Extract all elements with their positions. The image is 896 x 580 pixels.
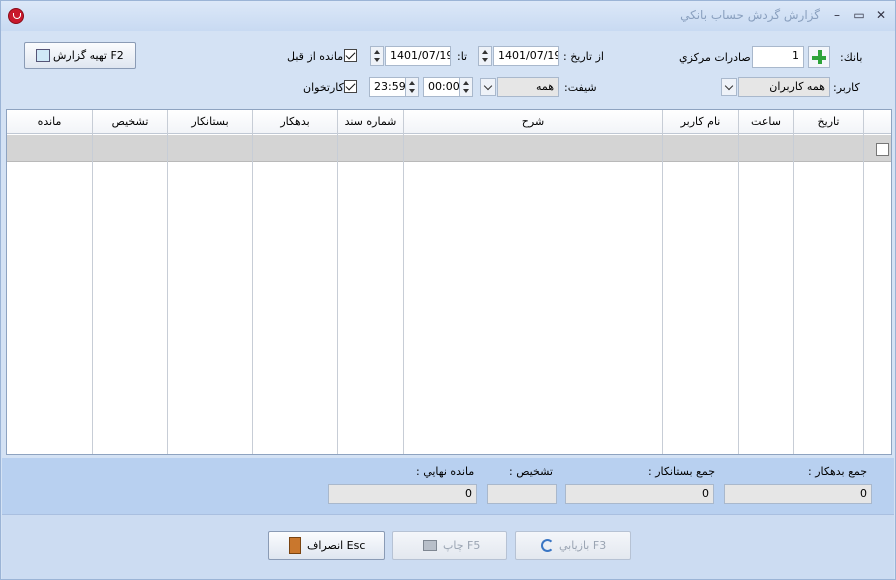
cardreader-label: كارتخوان — [303, 81, 344, 94]
totals-panel: جمع بدهكار : 0 جمع بستانكار : 0 تشخيص : … — [2, 458, 894, 514]
prev-balance-label: مانده از قبل — [287, 50, 344, 63]
time-from-field[interactable]: 00:00 — [423, 77, 461, 97]
cancel-button[interactable]: انصراف Esc — [268, 531, 385, 560]
from-date-spinner[interactable] — [478, 46, 492, 66]
col-user-name[interactable]: نام کاربر — [662, 110, 738, 134]
table-row[interactable] — [7, 135, 891, 162]
footer-bar: بازيابي F3 چاپ F5 انصراف Esc — [2, 514, 894, 579]
col-debit[interactable]: بدهكار — [252, 110, 337, 134]
from-date-label: از تاريخ : — [563, 50, 604, 63]
col-doc-number[interactable]: شماره سند — [337, 110, 403, 134]
refresh-icon — [541, 539, 554, 552]
diagnosis-label: تشخيص : — [509, 465, 553, 478]
shift-dropdown-icon[interactable] — [480, 78, 496, 96]
door-exit-icon — [289, 537, 301, 554]
user-select[interactable]: همه كاربران — [738, 77, 830, 97]
window-title: گزارش گردش حساب بانكي — [680, 8, 820, 22]
to-date-field[interactable]: 1401/07/19 — [385, 46, 451, 66]
bank-code-field[interactable]: 1 — [752, 46, 804, 68]
to-date-spinner[interactable] — [370, 46, 384, 66]
time-to-spinner[interactable] — [405, 77, 419, 97]
col-description[interactable]: شرح — [403, 110, 662, 134]
final-balance-label: مانده نهايي : — [416, 465, 475, 478]
col-balance[interactable]: مانده — [7, 110, 92, 134]
report-grid-icon — [36, 49, 50, 62]
col-credit[interactable]: بستانكار — [167, 110, 252, 134]
to-date-label: تا: — [457, 50, 468, 63]
col-date[interactable]: تاريخ — [793, 110, 863, 134]
bank-label: بانك: — [840, 51, 863, 64]
credit-total-field: 0 — [565, 484, 714, 504]
prepare-report-label: تهيه گزارش F2 — [53, 49, 124, 62]
debit-total-label: جمع بدهكار : — [808, 465, 868, 478]
title-bar: گزارش گردش حساب بانكي – ▭ ✕ — [1, 1, 895, 31]
credit-total-label: جمع بستانكار : — [648, 465, 716, 478]
cancel-label: انصراف Esc — [307, 539, 366, 552]
final-balance-field: 0 — [328, 484, 477, 504]
user-label: كاربر: — [833, 81, 860, 94]
prev-balance-checkbox[interactable] — [344, 49, 357, 62]
debit-total-field: 0 — [724, 484, 872, 504]
shift-label: شيفت: — [564, 81, 597, 94]
print-button[interactable]: چاپ F5 — [392, 531, 507, 560]
diagnosis-field — [487, 484, 557, 504]
printer-icon — [423, 540, 437, 551]
row-checkbox[interactable] — [876, 143, 889, 156]
col-selector — [863, 110, 891, 134]
cardreader-checkbox[interactable] — [344, 80, 357, 93]
shift-select[interactable]: همه — [497, 77, 559, 97]
user-dropdown-icon[interactable] — [721, 78, 737, 96]
close-icon[interactable]: ✕ — [873, 7, 889, 23]
time-from-spinner[interactable] — [459, 77, 473, 97]
print-label: چاپ F5 — [443, 539, 481, 552]
col-time[interactable]: ساعت — [738, 110, 793, 134]
minimize-icon[interactable]: – — [829, 7, 845, 23]
col-diagnosis[interactable]: تشخيص — [92, 110, 167, 134]
refresh-label: بازيابي F3 — [559, 539, 607, 552]
maximize-icon[interactable]: ▭ — [851, 7, 867, 23]
report-grid[interactable]: تاريخ ساعت نام کاربر شرح شماره سند بدهكا… — [6, 109, 892, 455]
bank-name-text: صادرات مركزي — [679, 51, 751, 64]
refresh-button[interactable]: بازيابي F3 — [515, 531, 631, 560]
prepare-report-button[interactable]: تهيه گزارش F2 — [24, 42, 136, 69]
from-date-field[interactable]: 1401/07/19 — [493, 46, 559, 66]
app-logo-icon — [8, 8, 24, 24]
grid-header: تاريخ ساعت نام کاربر شرح شماره سند بدهكا… — [7, 110, 891, 134]
add-bank-icon[interactable] — [808, 46, 830, 68]
time-to-field[interactable]: 23:59 — [369, 77, 407, 97]
report-window: گزارش گردش حساب بانكي – ▭ ✕ بانك: 1 صادر… — [0, 0, 896, 580]
